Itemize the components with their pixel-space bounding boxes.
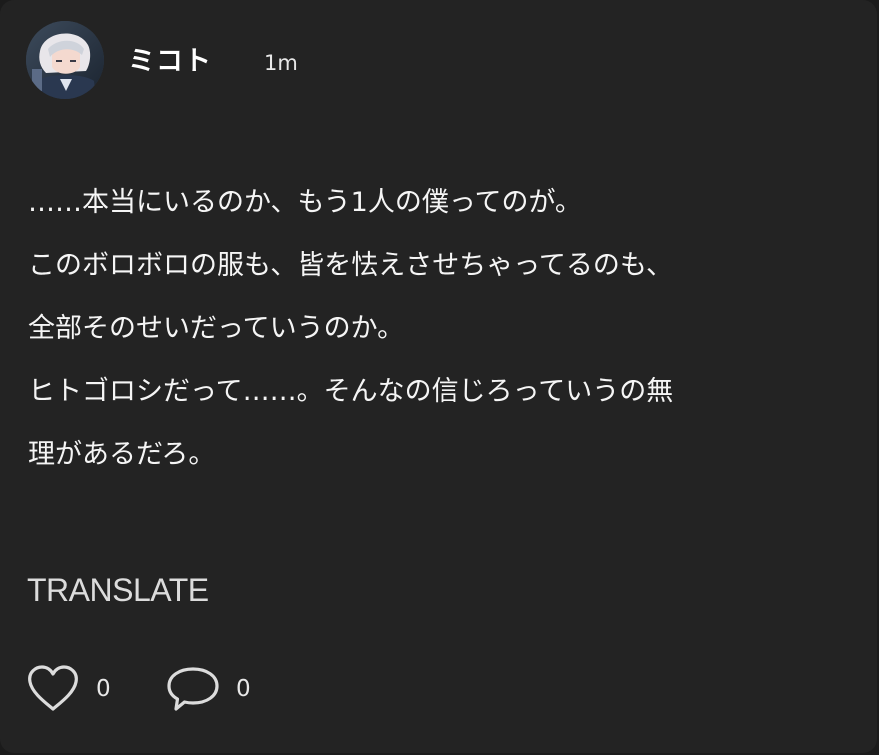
comment-button[interactable]: 0 [164,664,251,714]
post-body-line: ……本当にいるのか、もう1人の僕ってのが。 [28,187,582,218]
post-body-line: このボロボロの服も、皆を怯えさせちゃってるのも、 [28,250,674,281]
avatar[interactable] [26,21,104,99]
heart-icon [26,664,80,714]
avatar-icon [26,21,104,99]
translate-button[interactable]: TRANSLATE [27,568,209,612]
post-card: ミコト 1m ……本当にいるのか、もう1人の僕ってのが。 このボロボロの服も、皆… [0,0,877,753]
post-body-line: ヒトゴロシだって……。そんなの信じろっていうの無 [28,376,674,407]
post-body-line: 理があるだろ。 [28,439,216,470]
post-timestamp: 1m [264,51,298,75]
comment-count: 0 [236,676,251,702]
comment-bubble-icon [164,664,222,714]
author-name[interactable]: ミコト [128,44,212,80]
post-body: ……本当にいるのか、もう1人の僕ってのが。 このボロボロの服も、皆を怯えさせちゃ… [28,171,858,486]
like-button[interactable]: 0 [26,664,111,714]
like-count: 0 [96,676,111,702]
post-body-line: 全部そのせいだっていうのか。 [28,313,405,344]
